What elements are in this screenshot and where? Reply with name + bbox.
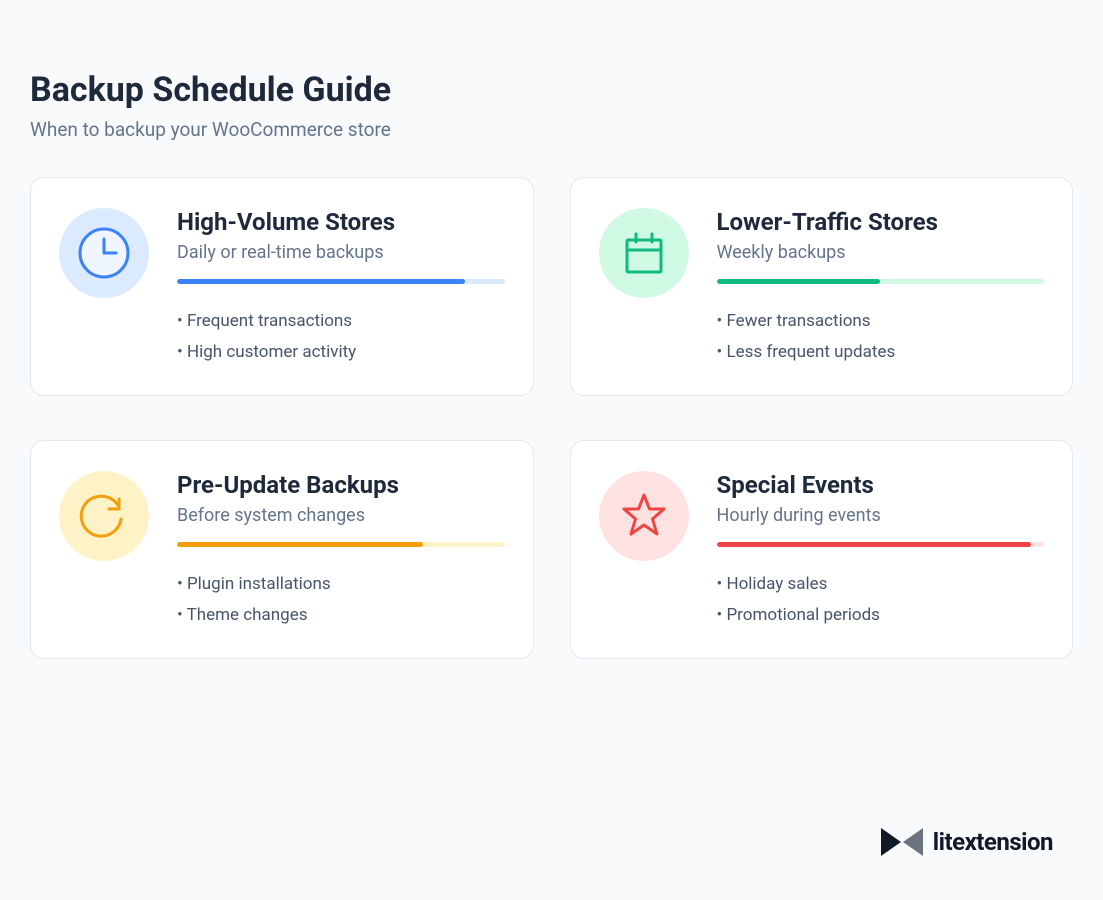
- card-pre-update: Pre-Update Backups Before system changes…: [30, 440, 534, 659]
- bullet-item: Holiday sales: [717, 569, 1045, 600]
- calendar-icon: [599, 208, 689, 298]
- brand-name: litextension: [933, 828, 1053, 856]
- card-subtitle: Weekly backups: [717, 242, 1045, 263]
- progress-bar: [177, 542, 505, 547]
- bullet-item: Theme changes: [177, 600, 505, 631]
- bullet-item: Less frequent updates: [717, 337, 1045, 368]
- card-lower-traffic: Lower-Traffic Stores Weekly backups Fewe…: [570, 177, 1074, 396]
- clock-icon: [59, 208, 149, 298]
- progress-fill: [177, 279, 465, 284]
- header: Backup Schedule Guide When to backup you…: [30, 70, 1073, 141]
- progress-fill: [717, 279, 881, 284]
- bullet-list: Fewer transactions Less frequent updates: [717, 306, 1045, 367]
- card-subtitle: Before system changes: [177, 505, 505, 526]
- card-subtitle: Daily or real-time backups: [177, 242, 505, 263]
- card-subtitle: Hourly during events: [717, 505, 1045, 526]
- bullet-list: Frequent transactions High customer acti…: [177, 306, 505, 367]
- brand-logo-block: litextension: [879, 824, 1053, 860]
- card-grid: High-Volume Stores Daily or real-time ba…: [30, 177, 1073, 659]
- card-title: Special Events: [717, 471, 1045, 499]
- card-title: Lower-Traffic Stores: [717, 208, 1045, 236]
- bullet-item: Frequent transactions: [177, 306, 505, 337]
- card-title: High-Volume Stores: [177, 208, 505, 236]
- bullet-item: Fewer transactions: [717, 306, 1045, 337]
- bullet-list: Holiday sales Promotional periods: [717, 569, 1045, 630]
- bullet-item: Plugin installations: [177, 569, 505, 600]
- bullet-item: High customer activity: [177, 337, 505, 368]
- card-high-volume: High-Volume Stores Daily or real-time ba…: [30, 177, 534, 396]
- refresh-icon: [59, 471, 149, 561]
- progress-fill: [177, 542, 423, 547]
- star-icon: [599, 471, 689, 561]
- litextension-logo-icon: [879, 824, 925, 860]
- progress-bar: [717, 542, 1045, 547]
- bullet-item: Promotional periods: [717, 600, 1045, 631]
- progress-bar: [177, 279, 505, 284]
- card-title: Pre-Update Backups: [177, 471, 505, 499]
- bullet-list: Plugin installations Theme changes: [177, 569, 505, 630]
- card-special-events: Special Events Hourly during events Holi…: [570, 440, 1074, 659]
- progress-bar: [717, 279, 1045, 284]
- page-title: Backup Schedule Guide: [30, 70, 1073, 110]
- page-subtitle: When to backup your WooCommerce store: [30, 118, 1073, 141]
- progress-fill: [717, 542, 1031, 547]
